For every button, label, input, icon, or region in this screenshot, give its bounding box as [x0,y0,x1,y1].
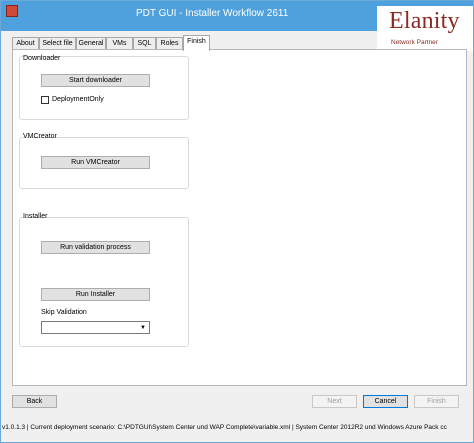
deployment-only-checkbox[interactable] [41,96,49,104]
downloader-group [19,56,189,120]
logo-name: Elanity [389,8,460,34]
installer-label: Installer [23,213,48,220]
start-downloader-button[interactable]: Start downloader [41,74,150,87]
main-window: PDT GUI - Installer Workflow 2611 Elanit… [0,0,474,443]
tab-finish[interactable]: Finish [183,35,210,51]
back-button[interactable]: Back [12,395,57,408]
cancel-button[interactable]: Cancel [363,395,408,408]
window-title: PDT GUI - Installer Workflow 2611 [136,8,289,19]
skip-validation-label: Skip Validation [41,309,87,316]
vmcreator-label: VMCreator [23,133,57,140]
run-vmcreator-button[interactable]: Run VMCreator [41,156,150,169]
deployment-only-label: DeploymentOnly [52,96,104,103]
elanity-logo: Elanity Network Partner [377,6,473,51]
run-validation-button[interactable]: Run validation process [41,241,150,254]
finish-tab-panel: Downloader Start downloader DeploymentOn… [12,49,467,386]
status-bar: v1.0.1.3 | Current deployment scenario: … [2,424,447,431]
finish-button[interactable]: Finish [414,395,459,408]
app-icon [6,5,18,17]
chevron-down-icon: ▼ [140,325,146,331]
run-installer-button[interactable]: Run Installer [41,288,150,301]
logo-tagline: Network Partner [391,39,438,46]
downloader-label: Downloader [23,55,61,62]
skip-validation-select[interactable]: ▼ [41,321,150,334]
next-button[interactable]: Next [312,395,357,408]
